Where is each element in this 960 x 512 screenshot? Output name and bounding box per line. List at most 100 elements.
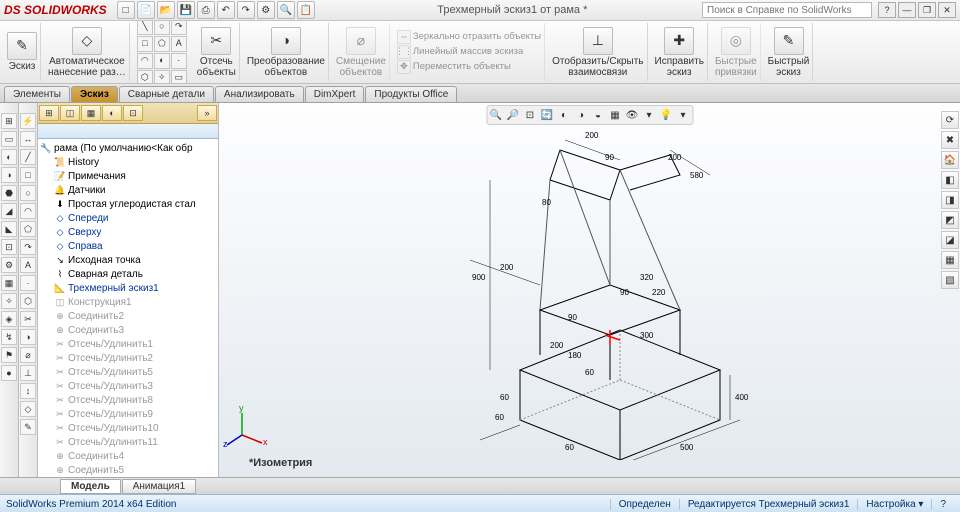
tab-weldments[interactable]: Сварные детали — [119, 86, 214, 102]
toolbar-button[interactable]: ⊡ — [1, 239, 17, 255]
taskpane-button[interactable]: ▦ — [941, 251, 959, 269]
qat-btn[interactable]: 📂 — [157, 1, 175, 19]
toolbar-button[interactable]: ⬡ — [20, 293, 36, 309]
help-button[interactable]: ? — [878, 2, 896, 18]
sketch-tool[interactable]: A — [171, 36, 187, 52]
toolbar-button[interactable]: □ — [20, 167, 36, 183]
tree-filter-bar[interactable] — [38, 124, 218, 139]
tree-item[interactable]: ◇Справа — [40, 239, 216, 253]
qat-btn[interactable]: ⚙ — [257, 1, 275, 19]
toolbar-button[interactable]: ↕ — [20, 383, 36, 399]
tree-item[interactable]: ⊕Соединить2 — [40, 309, 216, 323]
qat-btn[interactable]: ⎙ — [197, 1, 215, 19]
toolbar-button[interactable]: ✂ — [20, 311, 36, 327]
taskpane-button[interactable]: ✖ — [941, 131, 959, 149]
toolbar-button[interactable]: ↯ — [1, 329, 17, 345]
status-help-icon[interactable]: ? — [931, 499, 954, 510]
toolbar-button[interactable]: ⬠ — [20, 221, 36, 237]
tree-item[interactable]: ✂Отсечь/Удлинить11 — [40, 435, 216, 449]
search-input[interactable] — [702, 2, 872, 18]
tree-item[interactable]: 📝Примечания — [40, 169, 216, 183]
status-custom[interactable]: Настройка ▾ — [857, 499, 931, 510]
sketch-tool[interactable]: ▭ — [171, 70, 187, 85]
tree-item[interactable]: ⊕Соединить3 — [40, 323, 216, 337]
toolbar-button[interactable]: ⊞ — [1, 113, 17, 129]
toolbar-button[interactable]: · — [20, 275, 36, 291]
toolbar-button[interactable]: ▦ — [1, 275, 17, 291]
tree-item[interactable]: ◫Конструкция1 — [40, 295, 216, 309]
tree-item[interactable]: ⊕Соединить4 — [40, 449, 216, 463]
toolbar-button[interactable]: ╱ — [20, 149, 36, 165]
toolbar-button[interactable]: ◢ — [1, 203, 17, 219]
sketch-tool[interactable]: ⬠ — [154, 36, 170, 52]
toolbar-button[interactable]: ↷ — [20, 239, 36, 255]
tab-evaluate[interactable]: Анализировать — [215, 86, 304, 102]
ribbon-showhide[interactable]: ⊥ Отобразить/Скрыть взаимосвязи — [549, 23, 647, 81]
tree-root[interactable]: 🔧рама (По умолчанию<Как обр — [40, 141, 216, 155]
qat-btn[interactable]: 📄 — [137, 1, 155, 19]
graphics-view[interactable]: 🔍🔎⊡🔄◐◑◒▦👁▾💡▾ — [219, 103, 960, 477]
tree-item[interactable]: ⬇Простая углеродистая стал — [40, 197, 216, 211]
tree-item[interactable]: ↘Исходная точка — [40, 253, 216, 267]
qat-btn[interactable]: □ — [117, 1, 135, 19]
toolbar-button[interactable]: ✧ — [1, 293, 17, 309]
toolbar-button[interactable]: ✎ — [20, 419, 36, 435]
tree-tab[interactable]: ◐ — [102, 105, 122, 121]
tree-item[interactable]: ◇Сверху — [40, 225, 216, 239]
sketch-tool[interactable]: □ — [137, 36, 153, 52]
ribbon-quick[interactable]: ✎ Быстрый эскиз — [765, 23, 814, 81]
sketch-tool[interactable]: ↷ — [171, 21, 187, 35]
ribbon-sketch[interactable]: ✎ Эскиз — [4, 23, 41, 81]
toolbar-button[interactable]: ◣ — [1, 221, 17, 237]
toolbar-button[interactable]: ● — [1, 365, 17, 381]
ribbon-repair[interactable]: ✚ Исправить эскиз — [652, 23, 708, 81]
toolbar-button[interactable]: ⌀ — [20, 347, 36, 363]
ribbon-offset[interactable]: ⌀ Смещение объектов — [333, 23, 390, 81]
tree-item[interactable]: ⌇Сварная деталь — [40, 267, 216, 281]
tree-tab[interactable]: ⊞ — [39, 105, 59, 121]
sketch-tool[interactable]: ◐ — [154, 53, 170, 69]
pattern-label[interactable]: Линейный массив эскиза — [413, 47, 523, 57]
sketch-tool[interactable]: · — [171, 53, 187, 69]
taskpane-button[interactable]: ◨ — [941, 191, 959, 209]
tree-item[interactable]: ✂Отсечь/Удлинить3 — [40, 379, 216, 393]
toolbar-button[interactable]: ○ — [20, 185, 36, 201]
restore-button[interactable]: ❐ — [918, 2, 936, 18]
qat-btn[interactable]: ↷ — [237, 1, 255, 19]
tree-tab[interactable]: ⊡ — [123, 105, 143, 121]
qat-btn[interactable]: 📋 — [297, 1, 315, 19]
toolbar-button[interactable]: ⚙ — [1, 257, 17, 273]
tree-tab[interactable]: » — [197, 105, 217, 121]
sketch-tool[interactable]: ◠ — [137, 53, 153, 69]
taskpane-button[interactable]: ◪ — [941, 231, 959, 249]
move-label[interactable]: Переместить объекты — [413, 62, 511, 72]
tab-sketch[interactable]: Эскиз — [71, 86, 118, 102]
ribbon-autodim[interactable]: ◇ Автоматическое нанесение раз… — [45, 23, 130, 81]
tree-item[interactable]: 🔔Датчики — [40, 183, 216, 197]
tree-item[interactable]: 📜History — [40, 155, 216, 169]
sketch-tool[interactable]: ○ — [154, 21, 170, 35]
toolbar-button[interactable]: ⬣ — [1, 185, 17, 201]
tree-item[interactable]: ✂Отсечь/Удлинить10 — [40, 421, 216, 435]
sketch-tool[interactable]: ╲ — [137, 21, 153, 35]
minimize-button[interactable]: — — [898, 2, 916, 18]
tree-item[interactable]: ✂Отсечь/Удлинить9 — [40, 407, 216, 421]
toolbar-button[interactable]: ◈ — [1, 311, 17, 327]
toolbar-button[interactable]: ◐ — [1, 149, 17, 165]
taskpane-button[interactable]: ▧ — [941, 271, 959, 289]
toolbar-button[interactable]: ◑ — [1, 167, 17, 183]
tree-item[interactable]: ✂Отсечь/Удлинить8 — [40, 393, 216, 407]
ribbon-convert[interactable]: ◑ Преобразование объектов — [244, 23, 329, 81]
taskpane-button[interactable]: ◧ — [941, 171, 959, 189]
taskpane-button[interactable]: ⟳ — [941, 111, 959, 129]
tree-item[interactable]: 📐Трехмерный эскиз1 — [40, 281, 216, 295]
tree-item[interactable]: ◇Спереди — [40, 211, 216, 225]
tab-office[interactable]: Продукты Office — [365, 86, 457, 102]
close-button[interactable]: ✕ — [938, 2, 956, 18]
taskpane-button[interactable]: ◩ — [941, 211, 959, 229]
toolbar-button[interactable]: ▭ — [1, 131, 17, 147]
toolbar-button[interactable]: ↔ — [20, 131, 36, 147]
toolbar-button[interactable]: ◇ — [20, 401, 36, 417]
toolbar-button[interactable]: ◑ — [20, 329, 36, 345]
mirror-label[interactable]: Зеркально отразить объекты — [413, 32, 541, 42]
